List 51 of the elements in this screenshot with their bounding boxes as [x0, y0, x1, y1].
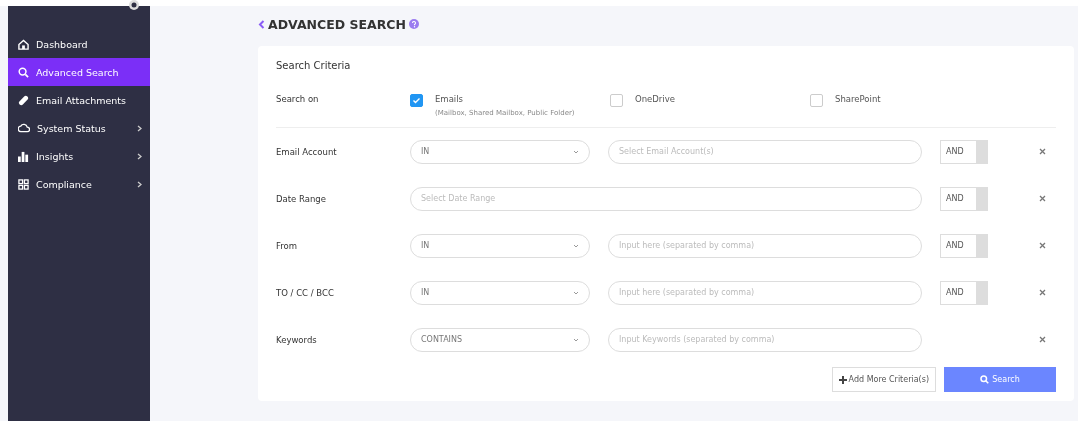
plus-icon	[838, 375, 847, 384]
close-icon[interactable]	[1039, 242, 1046, 249]
checkbox-label: Emails	[435, 94, 464, 104]
input-field[interactable]: Select Email Account(s)	[608, 139, 922, 164]
field-label: TO / CC / BCC	[276, 287, 335, 298]
close-icon[interactable]	[1039, 148, 1046, 155]
check-icon	[411, 95, 422, 106]
checkbox-label: OneDrive	[635, 94, 675, 104]
field-label: From	[276, 240, 299, 251]
close-icon[interactable]	[1039, 195, 1046, 202]
sidebar-item[interactable]: System Status	[8, 114, 150, 142]
field-label: Date Range	[276, 193, 327, 204]
input-field[interactable]: Input Keywords (separated by comma)	[608, 327, 922, 352]
add-criteria-button[interactable]: Add More Criteria(s)	[831, 367, 936, 392]
bar-chart-icon	[18, 150, 29, 162]
field-label: Search on	[276, 94, 320, 104]
connector-toggle[interactable]: AND	[940, 233, 988, 258]
grid-icon	[18, 178, 29, 190]
input-field[interactable]: Input here (separated by comma)	[608, 233, 922, 258]
input-field[interactable]: Select Date Range	[410, 186, 922, 211]
close-icon[interactable]	[1039, 289, 1046, 296]
search-icon	[980, 375, 990, 384]
user-icon[interactable]	[128, 0, 140, 11]
caret-down-icon	[573, 243, 579, 248]
paperclip-icon	[18, 94, 29, 106]
checkbox[interactable]	[610, 94, 623, 107]
sidebar-item[interactable]: Advanced Search	[8, 58, 150, 86]
caret-down-icon	[573, 149, 579, 154]
back-chevron-icon[interactable]	[258, 19, 265, 29]
input-field[interactable]: Input here (separated by comma)	[608, 280, 922, 305]
cloud-icon	[18, 123, 30, 133]
card-title: Search Criteria	[276, 59, 352, 73]
checkbox[interactable]	[410, 94, 423, 107]
search-icon	[18, 66, 29, 78]
sidebar-item[interactable]: Insights	[8, 142, 150, 170]
field-label: Keywords	[276, 334, 318, 345]
caret-down-icon	[573, 290, 579, 295]
checkbox-label: SharePoint	[835, 94, 881, 104]
close-icon[interactable]	[1039, 336, 1046, 343]
sidebar-item[interactable]: Dashboard	[8, 30, 150, 58]
page-title: ADVANCED SEARCH	[268, 16, 406, 32]
home-icon	[18, 38, 29, 50]
connector-toggle[interactable]: AND	[940, 139, 988, 164]
checkbox[interactable]	[810, 94, 823, 107]
connector-toggle[interactable]: AND	[940, 280, 988, 305]
sidebar-item[interactable]: Compliance	[8, 170, 150, 198]
help-icon[interactable]	[408, 19, 419, 29]
connector-toggle[interactable]: AND	[940, 186, 988, 211]
field-label: Email Account	[276, 146, 338, 157]
sidebar-item[interactable]: Email Attachments	[8, 86, 150, 114]
caret-down-icon	[573, 337, 579, 342]
